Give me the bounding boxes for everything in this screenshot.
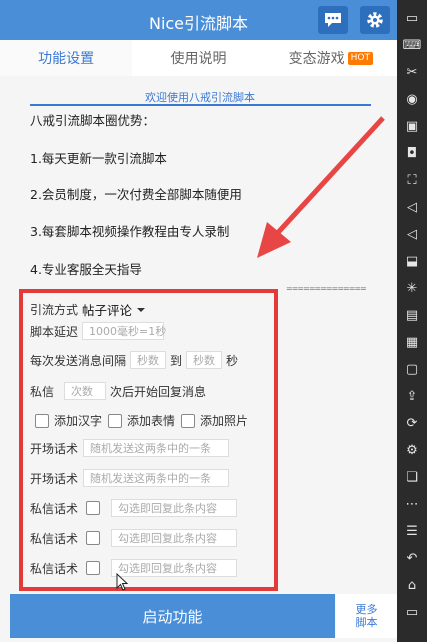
apk-icon[interactable]: ▤ (402, 305, 422, 325)
private-input[interactable]: 勾选即回复此条内容 (111, 499, 238, 517)
chat-icon (325, 13, 341, 27)
advantages-heading: 八戒引流脚本圈优势： (30, 113, 156, 128)
separator-line: ============== (286, 284, 367, 293)
private-checkbox[interactable] (86, 561, 101, 575)
volume-down-icon[interactable]: ◁ (402, 224, 422, 244)
mode-label: 引流方式 (30, 303, 79, 317)
mode-select-value: 帖子评论 (82, 303, 133, 318)
add-emoji-checkbox[interactable] (108, 413, 123, 428)
advantage-item: 1.每天更新一款引流脚本 (30, 151, 167, 166)
dropdown-arrow-icon (137, 307, 146, 312)
chat-button[interactable] (318, 6, 348, 34)
rotate-icon[interactable]: ⟳ (402, 413, 422, 433)
dm-row: 私信 次数 次后开始回复消息 (30, 382, 206, 400)
mode-select[interactable]: 帖子评论 (82, 300, 146, 319)
hot-badge: HOT (347, 51, 373, 65)
location-icon[interactable]: ◉ (402, 89, 422, 109)
share-icon[interactable]: ⇪ (402, 386, 422, 406)
tab-bar: 功能设置 使用说明 变态游戏 HOT (0, 40, 397, 76)
app-window: Nice引流脚本 功能设置 使用说明 变态游戏 HOT 欢迎使用八戒引流脚本 八戒… (0, 0, 397, 642)
add-emoji-label: 添加表情 (127, 414, 176, 428)
settings-button[interactable] (360, 6, 390, 34)
mode-row: 引流方式 帖子评论 (30, 300, 146, 319)
tab-label: 功能设置 (38, 51, 95, 67)
dm-label: 私信 (30, 384, 55, 399)
volume-up-icon[interactable]: ◁ (402, 197, 422, 217)
more-icon[interactable]: ⋯ (402, 494, 422, 514)
tab-games[interactable]: 变态游戏 HOT (265, 40, 397, 76)
arrow-annotation (257, 116, 385, 258)
back-icon[interactable]: ↶ (402, 548, 422, 568)
interval-label: 每次发送消息间隔 (30, 353, 127, 368)
private-label: 私信话术 (30, 561, 79, 576)
add-photo-checkbox[interactable] (181, 413, 196, 428)
private-checkbox[interactable] (86, 531, 101, 545)
opening-input[interactable]: 随机发送这两条中的一条 (83, 439, 230, 457)
window-icon[interactable]: ▭ (402, 8, 422, 28)
opening-label: 开场话术 (30, 441, 79, 456)
opening-input[interactable]: 随机发送这两条中的一条 (83, 469, 230, 487)
options-row: 添加汉字 添加表情 添加照片 (29, 412, 248, 429)
more-scripts-button[interactable]: 更多 脚本 (336, 594, 397, 638)
tab-instructions[interactable]: 使用说明 (132, 40, 264, 76)
multi-instance-icon[interactable]: ❏ (402, 467, 422, 487)
delay-label: 脚本延迟 (30, 324, 79, 339)
private-row: 私信话术 勾选即回复此条内容 (30, 499, 241, 517)
start-function-button[interactable]: 启动功能 (10, 594, 335, 638)
private-checkbox[interactable] (86, 501, 101, 515)
tab-function-settings[interactable]: 功能设置 (0, 40, 133, 76)
advantage-item: 4.专业客服全天指导 (30, 262, 142, 277)
interval-to-label: 到 (170, 353, 183, 368)
fullscreen-icon[interactable]: ⛶ (402, 170, 422, 190)
welcome-banner: 欢迎使用八戒引流脚本 (145, 91, 255, 104)
opening-row: 开场话术 随机发送这两条中的一条 (30, 439, 233, 457)
menu-icon[interactable]: ☰ (402, 521, 422, 541)
private-row: 私信话术 勾选即回复此条内容 (30, 529, 241, 547)
emulator-toolbar: ▭ ⌨ ✂ ◉ ▣ ◘ ⛶ ◁ ◁ ⬓ ✳ ▤ ▦ ▢ ⇪ ⟳ ⚙ ❏ ⋯ ☰ … (397, 0, 427, 642)
tab-label: 变态游戏 (288, 51, 345, 67)
start-function-label: 启动功能 (142, 607, 203, 626)
interval-unit-label: 秒 (226, 353, 239, 368)
advantage-item: 3.每套脚本视频操作教程由专人录制 (30, 224, 230, 239)
private-row: 私信话术 勾选即回复此条内容 (30, 559, 241, 577)
title-bar: Nice引流脚本 (0, 0, 397, 40)
home-icon[interactable]: ⌂ (402, 575, 422, 595)
more-scripts-line2: 脚本 (355, 616, 378, 629)
add-chars-label: 添加汉字 (54, 414, 103, 428)
gear-icon (367, 12, 383, 28)
scissors-icon[interactable]: ✂ (402, 62, 422, 82)
add-photo-label: 添加照片 (200, 414, 249, 428)
private-input[interactable]: 勾选即回复此条内容 (111, 529, 238, 547)
private-label: 私信话术 (30, 501, 79, 516)
interval-row: 每次发送消息间隔 秒数 到 秒数 秒 (30, 351, 238, 369)
delay-row: 脚本延迟 1000毫秒=1秒 (30, 322, 168, 340)
opening-row: 开场话术 随机发送这两条中的一条 (30, 469, 233, 487)
keyboard-icon[interactable]: ⌨ (402, 35, 422, 55)
shake-icon[interactable]: ✳ (402, 278, 422, 298)
camera-icon[interactable]: ◘ (402, 143, 422, 163)
interval-from-input[interactable]: 秒数 (130, 351, 167, 369)
more-scripts-line1: 更多 (355, 603, 378, 616)
add-chars-checkbox[interactable] (35, 413, 49, 428)
dm-count-input[interactable]: 次数 (64, 382, 107, 400)
mouse-cursor-icon (116, 573, 129, 591)
dm-suffix-label: 次后开始回复消息 (110, 384, 207, 399)
recent-apps-icon[interactable]: ▭ (402, 602, 422, 622)
delay-input[interactable]: 1000毫秒=1秒 (82, 322, 166, 340)
tv-icon[interactable]: ▢ (402, 359, 422, 379)
private-label: 私信话术 (30, 531, 79, 546)
record-icon[interactable]: ▦ (402, 332, 422, 352)
interval-to-input[interactable]: 秒数 (186, 351, 223, 369)
tab-label: 使用说明 (170, 51, 227, 67)
welcome-divider (30, 104, 371, 106)
macro-icon[interactable]: ⚙ (402, 440, 422, 460)
opening-label: 开场话术 (30, 471, 79, 486)
install-icon[interactable]: ⬓ (402, 251, 422, 271)
video-icon[interactable]: ▣ (402, 116, 422, 136)
advantage-item: 2.会员制度，一次付费全部脚本随便用 (30, 187, 242, 202)
